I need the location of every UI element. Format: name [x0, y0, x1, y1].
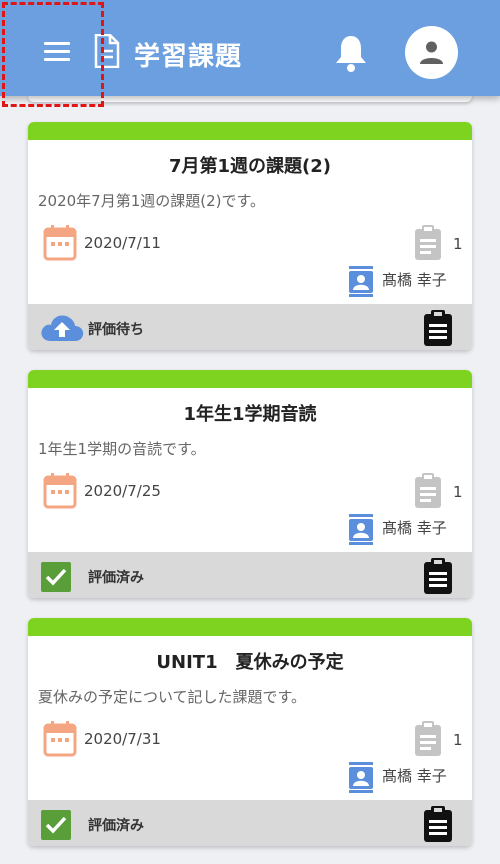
card-accent-bar: [28, 370, 472, 388]
assignment-date: 2020/7/11: [84, 234, 161, 252]
submission-count: 1: [453, 235, 463, 253]
assignment-description: 夏休みの予定について記した課題です。: [38, 688, 307, 706]
assignment-card[interactable]: 7月第1週の課題(2) 2020年7月第1週の課題(2)です。 2020/7/1…: [28, 122, 472, 350]
bell-icon[interactable]: [333, 33, 369, 77]
assignment-card[interactable]: UNIT1 夏休みの予定 夏休みの予定について記した課題です。 2020/7/3…: [28, 618, 472, 846]
submission-count: 1: [453, 731, 463, 749]
status-label: 評価済み: [88, 570, 144, 586]
teacher-badge-icon: [347, 512, 375, 550]
card-accent-bar: [28, 122, 472, 140]
document-icon: [94, 33, 120, 72]
calendar-icon: [43, 472, 77, 514]
assignment-title: 7月第1週の課題(2): [168, 156, 332, 177]
clipboard-icon: [411, 720, 445, 762]
clipboard-list-icon[interactable]: [421, 557, 455, 598]
teacher-name: 髙橋 幸子: [382, 271, 447, 289]
clipboard-list-icon[interactable]: [421, 805, 455, 846]
submission-count: 1: [453, 483, 463, 501]
teacher-badge-icon: [347, 264, 375, 302]
card-footer: 評価済み: [28, 552, 472, 598]
account-avatar-button[interactable]: [405, 26, 458, 79]
teacher-name: 髙橋 幸子: [382, 519, 447, 537]
app-header: 学習課題: [0, 0, 500, 96]
cloud-upload-icon: [39, 312, 85, 348]
clipboard-list-icon[interactable]: [421, 309, 455, 350]
assignment-title: 1年生1学期音読: [183, 404, 317, 425]
assignment-description: 2020年7月第1週の課題(2)です。: [38, 192, 266, 210]
assignment-card[interactable]: 1年生1学期音読 1年生1学期の音読です。 2020/7/25 1 髙橋 幸子 …: [28, 370, 472, 598]
hamburger-menu-icon[interactable]: [44, 42, 72, 64]
assignment-date: 2020/7/25: [84, 482, 161, 500]
assignment-date: 2020/7/31: [84, 730, 161, 748]
teacher-name: 髙橋 幸子: [382, 767, 447, 785]
clipboard-icon: [411, 224, 445, 266]
card-accent-bar: [28, 618, 472, 636]
calendar-icon: [43, 224, 77, 266]
assignment-title: UNIT1 夏休みの予定: [156, 652, 344, 673]
status-label: 評価済み: [88, 818, 144, 834]
account-icon: [420, 41, 443, 64]
assignment-description: 1年生1学期の音読です。: [38, 440, 206, 458]
status-label: 評価待ち: [88, 322, 144, 338]
clipboard-icon: [411, 472, 445, 514]
checkbox-checked-icon: [39, 560, 73, 598]
page-title: 学習課題: [134, 42, 243, 72]
card-footer: 評価済み: [28, 800, 472, 846]
teacher-badge-icon: [347, 760, 375, 798]
card-footer: 評価待ち: [28, 304, 472, 350]
checkbox-checked-icon: [39, 808, 73, 846]
calendar-icon: [43, 720, 77, 762]
